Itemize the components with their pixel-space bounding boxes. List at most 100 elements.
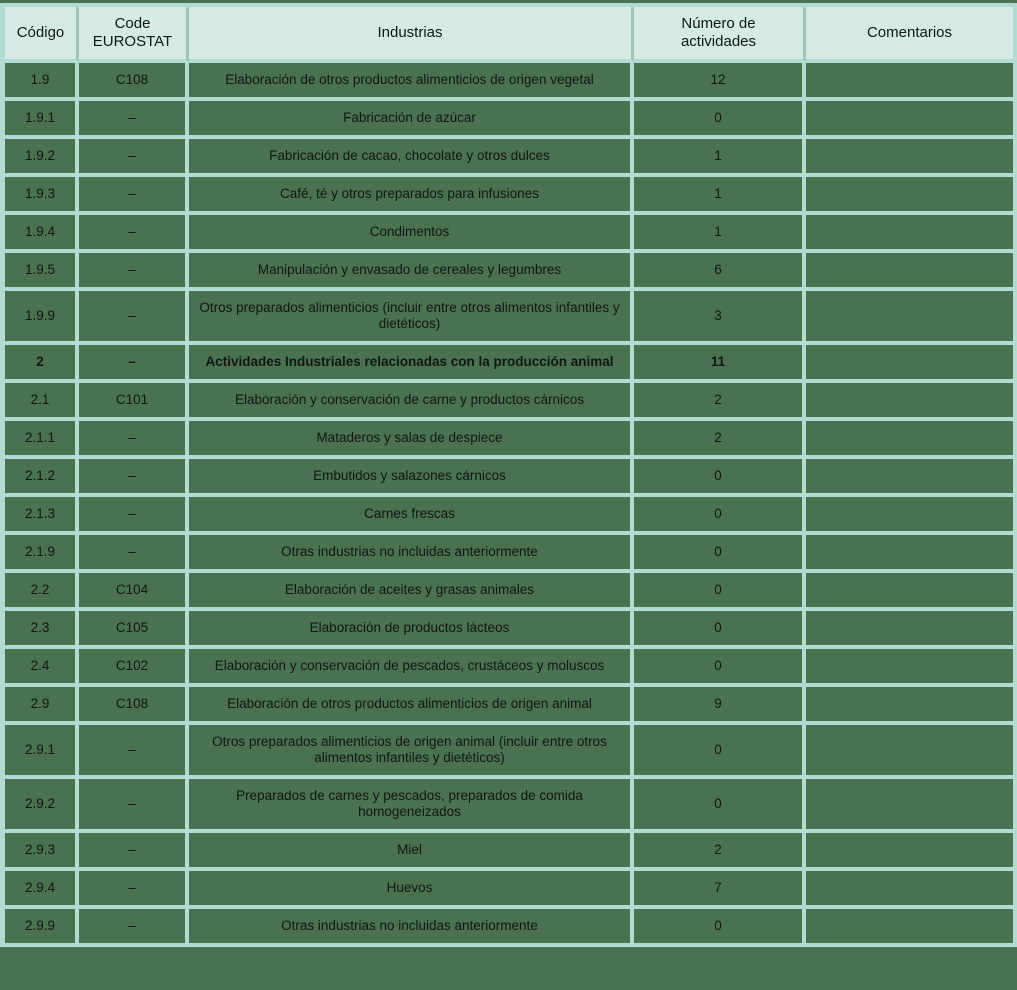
cell-code-eurostat: – bbox=[79, 871, 189, 909]
cell-comentarios bbox=[806, 139, 1013, 177]
cell-codigo: 2.3 bbox=[5, 611, 79, 649]
cell-code-eurostat: – bbox=[79, 497, 189, 535]
cell-code-eurostat: C105 bbox=[79, 611, 189, 649]
cell-comentarios bbox=[806, 611, 1013, 649]
header-comentarios: Comentarios bbox=[806, 7, 1013, 63]
cell-industria: Elaboración de aceites y grasas animales bbox=[189, 573, 634, 611]
cell-num-actividades: 0 bbox=[634, 535, 806, 573]
table-row: 2.4 C102 Elaboración y conservación de p… bbox=[5, 649, 1013, 687]
cell-code-eurostat: C101 bbox=[79, 383, 189, 421]
cell-industria: Huevos bbox=[189, 871, 634, 909]
cell-num-actividades: 1 bbox=[634, 215, 806, 253]
cell-num-actividades: 6 bbox=[634, 253, 806, 291]
cell-codigo: 2.9 bbox=[5, 687, 79, 725]
cell-industria: Otras industrias no incluidas anteriorme… bbox=[189, 909, 634, 943]
cell-industria: Elaboración de otros productos alimentic… bbox=[189, 63, 634, 101]
table-row: 2.9.2 – Preparados de carnes y pescados,… bbox=[5, 779, 1013, 833]
cell-industria: Elaboración de productos lácteos bbox=[189, 611, 634, 649]
cell-industria: Elaboración y conservación de pescados, … bbox=[189, 649, 634, 687]
table-row: 2 – Actividades Industriales relacionada… bbox=[5, 345, 1013, 383]
cell-code-eurostat: – bbox=[79, 725, 189, 779]
industries-table: Código Code EUROSTAT Industrias Número d… bbox=[5, 7, 1013, 943]
table-row: 1.9 C108 Elaboración de otros productos … bbox=[5, 63, 1013, 101]
cell-num-actividades: 1 bbox=[634, 139, 806, 177]
cell-comentarios bbox=[806, 833, 1013, 871]
cell-codigo: 1.9 bbox=[5, 63, 79, 101]
cell-codigo: 1.9.2 bbox=[5, 139, 79, 177]
cell-code-eurostat: – bbox=[79, 421, 189, 459]
table-row: 2.2 C104 Elaboración de aceites y grasas… bbox=[5, 573, 1013, 611]
table-row: 2.1.3 – Carnes frescas 0 bbox=[5, 497, 1013, 535]
cell-codigo: 2.9.2 bbox=[5, 779, 79, 833]
cell-num-actividades: 1 bbox=[634, 177, 806, 215]
cell-code-eurostat: – bbox=[79, 177, 189, 215]
table-row: 2.9.4 – Huevos 7 bbox=[5, 871, 1013, 909]
cell-num-actividades: 12 bbox=[634, 63, 806, 101]
cell-codigo: 2.1 bbox=[5, 383, 79, 421]
cell-comentarios bbox=[806, 573, 1013, 611]
cell-code-eurostat: – bbox=[79, 779, 189, 833]
cell-num-actividades: 9 bbox=[634, 687, 806, 725]
cell-code-eurostat: – bbox=[79, 909, 189, 943]
cell-codigo: 1.9.3 bbox=[5, 177, 79, 215]
cell-code-eurostat: C104 bbox=[79, 573, 189, 611]
cell-num-actividades: 0 bbox=[634, 725, 806, 779]
cell-comentarios bbox=[806, 253, 1013, 291]
table-row: 2.1 C101 Elaboración y conservación de c… bbox=[5, 383, 1013, 421]
cell-code-eurostat: C108 bbox=[79, 63, 189, 101]
table-row: 1.9.9 – Otros preparados alimenticios (i… bbox=[5, 291, 1013, 345]
table-row: 2.9.3 – Miel 2 bbox=[5, 833, 1013, 871]
cell-codigo: 1.9.5 bbox=[5, 253, 79, 291]
cell-comentarios bbox=[806, 459, 1013, 497]
cell-industria: Miel bbox=[189, 833, 634, 871]
cell-codigo: 1.9.9 bbox=[5, 291, 79, 345]
cell-comentarios bbox=[806, 215, 1013, 253]
cell-num-actividades: 2 bbox=[634, 421, 806, 459]
cell-industria: Fabricación de azúcar bbox=[189, 101, 634, 139]
table-row: 1.9.1 – Fabricación de azúcar 0 bbox=[5, 101, 1013, 139]
cell-comentarios bbox=[806, 649, 1013, 687]
cell-codigo: 2.1.9 bbox=[5, 535, 79, 573]
cell-comentarios bbox=[806, 345, 1013, 383]
table-header: Código Code EUROSTAT Industrias Número d… bbox=[5, 7, 1013, 63]
cell-comentarios bbox=[806, 871, 1013, 909]
cell-num-actividades: 0 bbox=[634, 909, 806, 943]
cell-num-actividades: 2 bbox=[634, 383, 806, 421]
cell-comentarios bbox=[806, 101, 1013, 139]
cell-industria: Actividades Industriales relacionadas co… bbox=[189, 345, 634, 383]
cell-codigo: 2 bbox=[5, 345, 79, 383]
cell-comentarios bbox=[806, 535, 1013, 573]
cell-comentarios bbox=[806, 497, 1013, 535]
cell-industria: Carnes frescas bbox=[189, 497, 634, 535]
table-row: 2.3 C105 Elaboración de productos lácteo… bbox=[5, 611, 1013, 649]
cell-num-actividades: 2 bbox=[634, 833, 806, 871]
cell-num-actividades: 7 bbox=[634, 871, 806, 909]
cell-industria: Condimentos bbox=[189, 215, 634, 253]
cell-comentarios bbox=[806, 63, 1013, 101]
cell-code-eurostat: C102 bbox=[79, 649, 189, 687]
cell-num-actividades: 0 bbox=[634, 459, 806, 497]
table-row: 1.9.4 – Condimentos 1 bbox=[5, 215, 1013, 253]
table-row: 2.9.1 – Otros preparados alimenticios de… bbox=[5, 725, 1013, 779]
table-row: 1.9.2 – Fabricación de cacao, chocolate … bbox=[5, 139, 1013, 177]
cell-codigo: 2.9.1 bbox=[5, 725, 79, 779]
cell-codigo: 2.1.2 bbox=[5, 459, 79, 497]
cell-code-eurostat: – bbox=[79, 215, 189, 253]
cell-comentarios bbox=[806, 779, 1013, 833]
cell-codigo: 2.1.1 bbox=[5, 421, 79, 459]
cell-code-eurostat: – bbox=[79, 459, 189, 497]
cell-num-actividades: 0 bbox=[634, 611, 806, 649]
cell-comentarios bbox=[806, 421, 1013, 459]
table-body: 1.9 C108 Elaboración de otros productos … bbox=[5, 63, 1013, 943]
cell-code-eurostat: – bbox=[79, 291, 189, 345]
cell-code-eurostat: – bbox=[79, 253, 189, 291]
cell-industria: Café, té y otros preparados para infusio… bbox=[189, 177, 634, 215]
cell-num-actividades: 3 bbox=[634, 291, 806, 345]
cell-industria: Manipulación y envasado de cereales y le… bbox=[189, 253, 634, 291]
header-numero-actividades: Número de actividades bbox=[634, 7, 806, 63]
cell-num-actividades: 0 bbox=[634, 573, 806, 611]
cell-codigo: 2.9.9 bbox=[5, 909, 79, 943]
cell-industria: Otros preparados alimenticios de origen … bbox=[189, 725, 634, 779]
cell-code-eurostat: – bbox=[79, 833, 189, 871]
table-row: 2.9.9 – Otras industrias no incluidas an… bbox=[5, 909, 1013, 943]
